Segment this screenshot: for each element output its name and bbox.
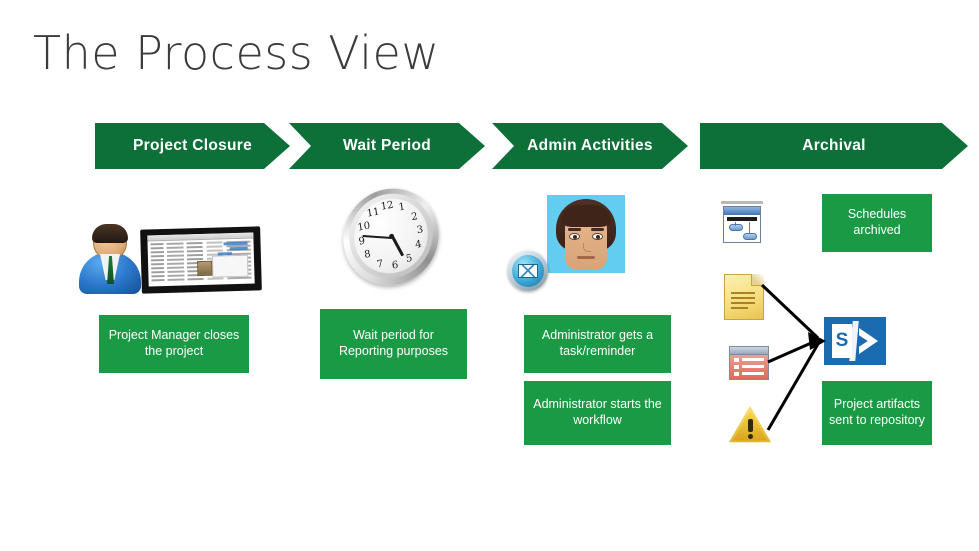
list-titlebar bbox=[730, 347, 768, 355]
list-bullet bbox=[734, 358, 739, 362]
phase-banner-wait-period[interactable]: Wait Period bbox=[289, 123, 485, 169]
warning-triangle-icon bbox=[729, 405, 771, 443]
gantt-bar bbox=[229, 246, 248, 251]
warning-exclamation-dot bbox=[747, 434, 753, 439]
diagram-node bbox=[729, 224, 743, 231]
phase-banner-project-closure[interactable]: Project Closure bbox=[95, 123, 290, 169]
list-line bbox=[742, 358, 764, 361]
list-line bbox=[742, 365, 764, 368]
clock-numeral: 4 bbox=[414, 238, 423, 252]
clock-numeral: 10 bbox=[356, 220, 371, 234]
monitor-spreadsheet-icon bbox=[140, 226, 262, 294]
phase-banner-label: Project Closure bbox=[132, 137, 253, 154]
clock-numeral: 11 bbox=[366, 206, 381, 220]
list-line bbox=[742, 372, 764, 375]
clock-numeral: 3 bbox=[416, 224, 424, 237]
phase-banner-label: Wait Period bbox=[343, 137, 431, 154]
warning-exclamation-bar bbox=[747, 419, 753, 432]
clock-numeral: 2 bbox=[410, 211, 419, 224]
diagram-connector bbox=[735, 222, 736, 226]
arrow-warning-to-sharepoint bbox=[766, 343, 820, 431]
box-wait-period-reporting[interactable]: Wait period for Reporting purposes bbox=[320, 309, 467, 379]
phase-banner-archival[interactable]: Archival bbox=[700, 123, 968, 169]
diagram-window-icon bbox=[719, 201, 765, 245]
sheet-row bbox=[151, 276, 252, 282]
clock-numeral: 12 bbox=[380, 199, 395, 214]
document-fold bbox=[751, 274, 764, 286]
sharepoint-logo-icon: S bbox=[824, 317, 886, 365]
clock-hour-hand bbox=[391, 235, 405, 257]
admin-eye-right bbox=[592, 233, 603, 240]
list-window bbox=[729, 346, 769, 380]
arrow-list-to-sharepoint bbox=[767, 338, 819, 364]
document-line bbox=[731, 307, 748, 309]
envelope-glyph bbox=[518, 264, 538, 278]
list-bullet bbox=[734, 372, 739, 376]
box-project-manager-closes[interactable]: Project Manager closes the project bbox=[99, 315, 249, 373]
arrow-document-to-sharepoint bbox=[760, 283, 820, 340]
document-line bbox=[731, 292, 755, 294]
diagram-shelf bbox=[721, 201, 763, 204]
phase-banner-admin-activities[interactable]: Admin Activities bbox=[492, 123, 688, 169]
box-administrator-task-reminder[interactable]: Administrator gets a task/reminder bbox=[524, 315, 671, 373]
sheet-image bbox=[197, 260, 213, 277]
list-window-icon bbox=[729, 346, 769, 380]
box-administrator-starts-workflow[interactable]: Administrator starts the workflow bbox=[524, 381, 671, 445]
admin-eye-left bbox=[569, 233, 580, 240]
diagram-titlebar bbox=[724, 207, 760, 215]
admin-nose bbox=[583, 243, 591, 252]
admin-mouth bbox=[577, 256, 595, 259]
list-bullet bbox=[734, 365, 739, 369]
document-line bbox=[731, 302, 755, 304]
phase-banner-label: Admin Activities bbox=[527, 137, 653, 154]
admin-fringe bbox=[561, 205, 611, 227]
clock-numeral: 7 bbox=[376, 258, 384, 271]
admin-face-avatar-icon bbox=[547, 195, 625, 273]
wall-clock-icon: 12 1 2 3 4 5 6 7 8 9 10 11 bbox=[337, 180, 445, 294]
page-title: The Process View bbox=[33, 26, 440, 80]
box-project-artifacts-repository[interactable]: Project artifacts sent to repository bbox=[822, 381, 932, 445]
box-schedules-archived[interactable]: Schedules archived bbox=[822, 194, 932, 252]
diagram-toolbar bbox=[727, 217, 757, 221]
email-badge-icon bbox=[508, 251, 548, 291]
avatar-hair bbox=[92, 224, 128, 243]
businessman-avatar-icon bbox=[79, 222, 141, 294]
clock-numeral: 8 bbox=[363, 248, 372, 261]
admin-eyebrow-right bbox=[591, 228, 604, 231]
sharepoint-letter-s: S bbox=[835, 330, 849, 351]
admin-eyebrow-left bbox=[568, 228, 581, 231]
diagram-node bbox=[743, 233, 757, 240]
monitor-screen bbox=[147, 232, 255, 287]
clock-numeral: 5 bbox=[405, 252, 414, 265]
clock-numeral: 1 bbox=[398, 201, 406, 214]
diagram-window bbox=[723, 206, 761, 243]
sheet-callout bbox=[211, 254, 249, 278]
diagram-connector bbox=[749, 222, 750, 234]
phase-banner-label: Archival bbox=[802, 137, 866, 154]
clock-numeral: 6 bbox=[391, 259, 400, 272]
clock-center-pin bbox=[388, 233, 394, 239]
document-icon bbox=[724, 274, 764, 320]
document-line bbox=[731, 297, 755, 299]
